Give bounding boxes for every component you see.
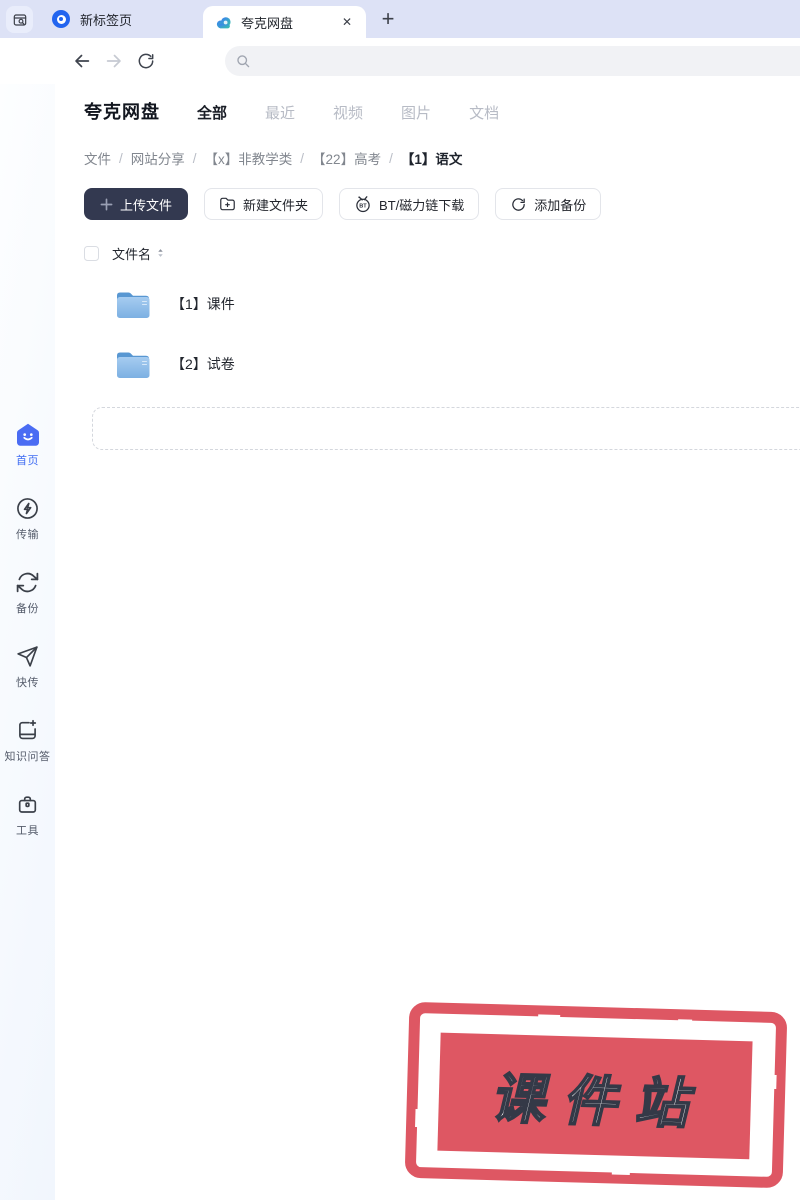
bt-magnet-download-button[interactable]: BT BT/磁力链下载 bbox=[339, 188, 480, 220]
folder-icon bbox=[115, 349, 151, 380]
back-icon[interactable] bbox=[70, 49, 94, 73]
breadcrumb-separator: / bbox=[119, 150, 123, 166]
backup-icon bbox=[15, 570, 40, 595]
tab-label: 夸克网盘 bbox=[241, 15, 294, 31]
breadcrumb-item[interactable]: 【x】非教学类 bbox=[205, 148, 293, 168]
breadcrumb-item[interactable]: 网站分享 bbox=[131, 148, 185, 168]
knowledge-qa-icon bbox=[15, 718, 40, 743]
breadcrumb-separator: / bbox=[192, 150, 197, 166]
reload-icon[interactable] bbox=[134, 49, 158, 73]
sidebar-item-label: 首页 bbox=[16, 455, 39, 467]
paper-plane-icon bbox=[15, 644, 40, 669]
tab-image[interactable]: 图片 bbox=[401, 102, 431, 123]
sidebar-item-transfer[interactable]: 传输 bbox=[0, 496, 55, 542]
breadcrumb-item[interactable]: 文件 bbox=[84, 148, 111, 168]
tab-document[interactable]: 文档 bbox=[469, 102, 499, 123]
filter-tabs: 全部 最近 视频 图片 文档 bbox=[197, 102, 499, 123]
page-title: 夸克网盘 bbox=[84, 102, 160, 122]
file-list: 【1】课件 【2】试卷 bbox=[84, 274, 800, 394]
sidebar-item-label: 备份 bbox=[16, 603, 39, 615]
sidebar-item-quick-send[interactable]: 快传 bbox=[0, 644, 55, 690]
action-buttons: 上传文件 新建文件夹 BT BT/磁力链下载 添加备份 bbox=[84, 188, 800, 220]
search-icon bbox=[235, 53, 252, 70]
sidebar-item-home[interactable]: 首页 bbox=[0, 422, 55, 468]
breadcrumb: 文件 / 网站分享 / 【x】非教学类 / 【22】高考 / 【1】语文 bbox=[84, 148, 800, 168]
add-backup-button[interactable]: 添加备份 bbox=[495, 188, 602, 220]
quark-cloud-favicon bbox=[215, 15, 233, 30]
browser-tab-newtab[interactable]: 新标签页 bbox=[36, 0, 148, 38]
plus-icon bbox=[100, 198, 113, 211]
sidebar-item-backup[interactable]: 备份 bbox=[0, 570, 55, 616]
upload-dropzone[interactable] bbox=[92, 407, 800, 450]
sidebar-item-knowledge-qa[interactable]: 知识问答 bbox=[0, 718, 55, 764]
transfer-icon bbox=[15, 496, 40, 521]
new-folder-button[interactable]: 新建文件夹 bbox=[204, 188, 324, 220]
sidebar-nav: 首页 传输 备份 快传 知识问答 工具 bbox=[0, 84, 55, 866]
sidebar-item-label: 快传 bbox=[16, 677, 39, 689]
table-row[interactable]: 【1】课件 bbox=[84, 274, 800, 334]
breadcrumb-current: 【1】语文 bbox=[400, 152, 463, 167]
file-name: 【1】课件 bbox=[171, 296, 235, 312]
browser-toolbar bbox=[0, 38, 800, 84]
breadcrumb-separator: / bbox=[300, 150, 305, 166]
backup-refresh-icon bbox=[510, 196, 527, 213]
sidebar: 首页 传输 备份 快传 知识问答 工具 bbox=[0, 84, 55, 1200]
file-name: 【2】试卷 bbox=[171, 356, 235, 372]
tab-search-icon bbox=[12, 12, 28, 28]
file-list-header: 文件名 bbox=[84, 244, 800, 262]
tab-all[interactable]: 全部 bbox=[197, 102, 227, 123]
sidebar-item-tools[interactable]: 工具 bbox=[0, 792, 55, 838]
main-content: 夸克网盘 全部 最近 视频 图片 文档 文件 / 网站分享 / 【x】非教学类 … bbox=[55, 84, 800, 1200]
sidebar-item-label: 知识问答 bbox=[4, 751, 51, 763]
sidebar-item-label: 工具 bbox=[16, 825, 39, 837]
toolbox-icon bbox=[15, 792, 40, 817]
tab-close-icon[interactable]: ✕ bbox=[340, 14, 354, 30]
screen: 新标签页 夸克网盘 ✕ + 首页 传输 备份 快传 知识问答 工具 夸克网盘 全… bbox=[0, 0, 800, 1200]
new-folder-icon bbox=[219, 196, 236, 212]
address-bar[interactable] bbox=[225, 46, 800, 76]
tab-search-button[interactable] bbox=[6, 6, 33, 33]
browser-tab-bar: 新标签页 夸克网盘 ✕ + bbox=[0, 0, 800, 38]
breadcrumb-item[interactable]: 【22】高考 bbox=[312, 148, 381, 168]
header-row: 夸克网盘 全部 最近 视频 图片 文档 bbox=[84, 98, 800, 124]
forward-icon[interactable] bbox=[102, 49, 126, 73]
select-all-checkbox[interactable] bbox=[84, 245, 99, 261]
sidebar-item-label: 传输 bbox=[16, 529, 39, 541]
table-row[interactable]: 【2】试卷 bbox=[84, 334, 800, 394]
sort-icon[interactable] bbox=[156, 247, 165, 259]
home-icon bbox=[15, 422, 41, 447]
tab-label: 新标签页 bbox=[80, 12, 133, 28]
bt-icon: BT bbox=[354, 195, 372, 213]
new-tab-button[interactable]: + bbox=[372, 3, 404, 35]
upload-file-button[interactable]: 上传文件 bbox=[84, 188, 189, 220]
newtab-favicon bbox=[52, 10, 70, 28]
folder-icon bbox=[115, 289, 151, 320]
svg-text:BT: BT bbox=[359, 204, 367, 210]
tab-video[interactable]: 视频 bbox=[333, 102, 363, 123]
column-filename: 文件名 bbox=[112, 246, 152, 262]
browser-tab-quark[interactable]: 夸克网盘 ✕ bbox=[203, 6, 366, 38]
breadcrumb-separator: / bbox=[389, 150, 393, 166]
tab-recent[interactable]: 最近 bbox=[265, 102, 295, 123]
